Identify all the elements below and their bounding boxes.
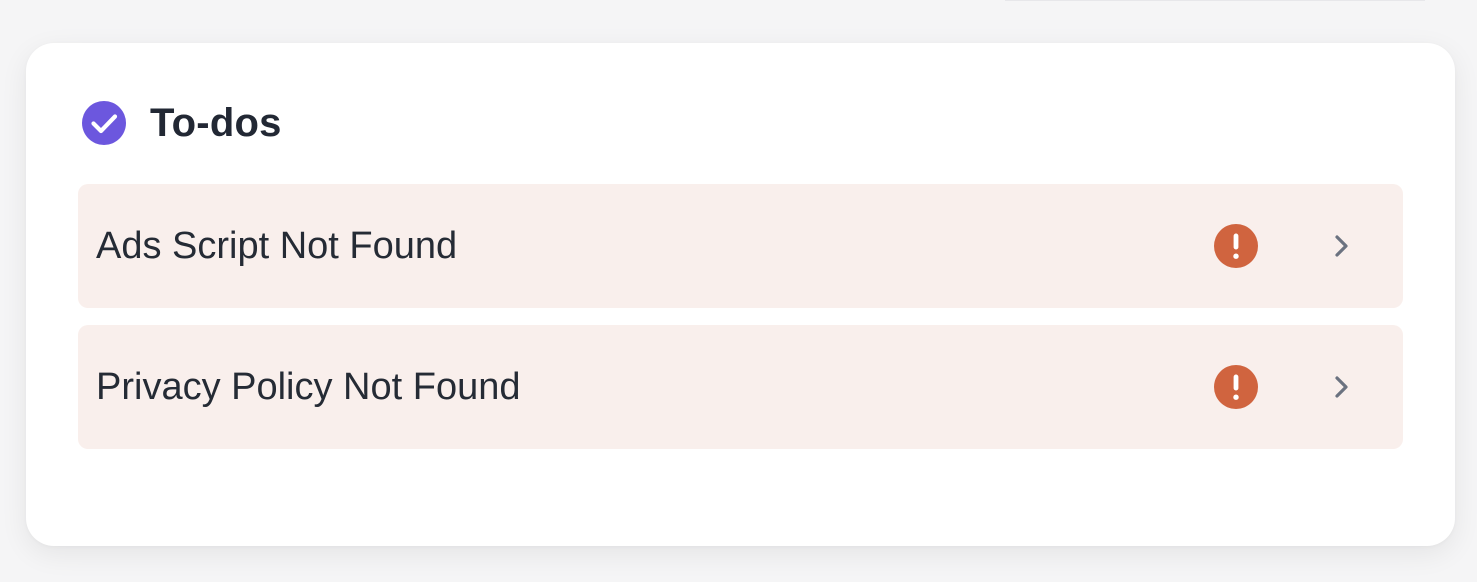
todo-item-label: Ads Script Not Found [96, 225, 458, 267]
todo-list: Ads Script Not Found Privacy Policy Not … [78, 184, 1403, 466]
chevron-right-icon [1335, 376, 1348, 398]
alert-icon [1214, 365, 1258, 409]
todo-item-privacy-policy[interactable]: Privacy Policy Not Found [78, 325, 1403, 449]
todos-header: To-dos [82, 101, 282, 145]
todo-item-label: Privacy Policy Not Found [96, 366, 521, 408]
todos-card: To-dos Ads Script Not Found Privacy Poli… [26, 43, 1455, 546]
alert-icon [1214, 224, 1258, 268]
chevron-right-icon [1335, 235, 1348, 257]
todos-title: To-dos [150, 101, 282, 145]
top-divider [1005, 0, 1425, 1]
check-circle-icon [82, 101, 126, 145]
todo-item-ads-script[interactable]: Ads Script Not Found [78, 184, 1403, 308]
